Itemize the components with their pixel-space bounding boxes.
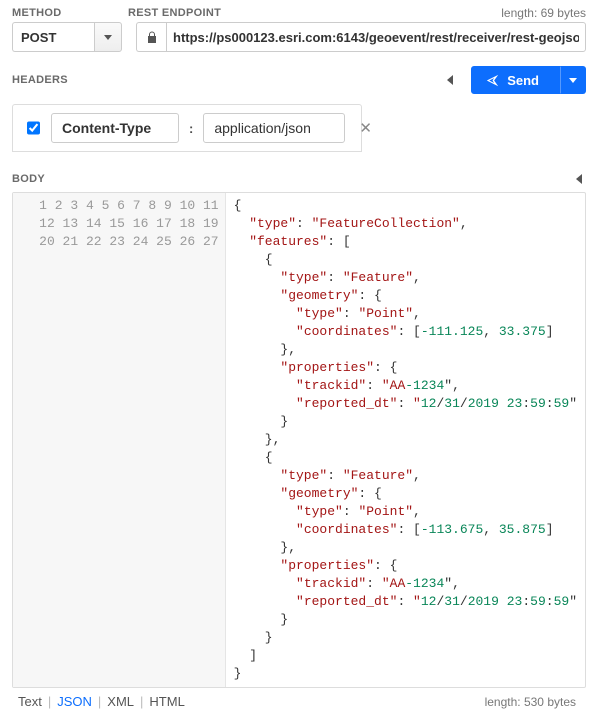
method-dropdown-button[interactable] [94,22,122,52]
send-button[interactable]: Send [471,66,560,94]
body-mode-tabs: Text|JSON|XML|HTML [14,694,189,709]
chevron-down-icon [569,78,577,83]
send-icon [486,74,499,87]
lock-icon [136,22,166,52]
header-row: : ✕ [13,105,361,151]
url-length: length: 69 bytes [501,6,586,20]
method-label: METHOD [12,7,128,19]
chevron-down-icon [104,35,112,40]
header-value-input[interactable] [203,113,345,143]
send-label: Send [507,73,539,88]
url-input[interactable] [166,22,586,52]
mode-json[interactable]: JSON [53,694,96,709]
close-icon: ✕ [359,120,372,137]
method-input[interactable] [12,22,94,52]
body-length: length: 530 bytes [485,695,576,709]
chevron-left-icon [576,174,582,184]
remove-header-button[interactable]: ✕ [353,116,377,140]
mode-html[interactable]: HTML [145,694,188,709]
chevron-left-icon [447,75,453,85]
header-name-input[interactable] [51,113,179,143]
header-enabled-checkbox[interactable] [27,121,40,135]
headers-label: HEADERS [12,74,68,86]
send-dropdown-button[interactable] [560,66,586,94]
header-colon: : [187,121,195,136]
mode-xml[interactable]: XML [103,694,138,709]
body-collapse-toggle[interactable] [572,170,586,188]
mode-text[interactable]: Text [14,694,46,709]
endpoint-label: REST ENDPOINT [128,7,221,19]
body-label: BODY [12,173,45,185]
body-editor[interactable]: 1 2 3 4 5 6 7 8 9 10 11 12 13 14 15 16 1… [12,192,586,688]
collapse-toggle[interactable] [443,71,457,89]
